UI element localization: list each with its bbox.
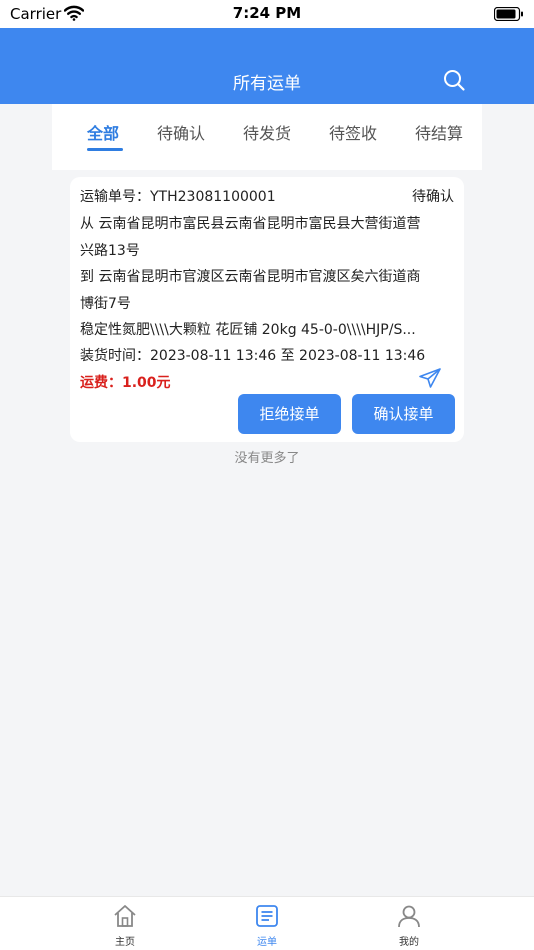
app-header: 所有运单 (0, 28, 534, 104)
status-tabs: 全部 待确认 待发货 待签收 待结算 (52, 104, 482, 170)
tabbar-label-orders: 运单 (257, 937, 277, 948)
tabbar-item-home[interactable]: 主页 (95, 897, 155, 950)
document-list-icon (256, 905, 278, 927)
order-number: 运输单号：YTH23081100001 (80, 189, 276, 205)
battery-icon (494, 7, 523, 21)
send-icon[interactable] (418, 367, 442, 389)
tab-pending-settlement[interactable]: 待结算 (415, 120, 463, 144)
goods-description: 稳定性氮肥\\\\大颗粒 花匠铺 20kg 45-0-0\\\\HJP/S... (80, 322, 416, 338)
freight-fee: 运费：1.00元 (80, 375, 171, 391)
user-icon (398, 905, 420, 928)
order-card[interactable]: 运输单号：YTH23081100001 待确认 从 云南省昆明市富民县云南省昆明… (70, 177, 464, 442)
tab-pending-receipt[interactable]: 待签收 (329, 120, 377, 144)
destination-address-line1: 到 云南省昆明市官渡区云南省昆明市官渡区矣六街道商 (80, 269, 421, 285)
origin-address-line1: 从 云南省昆明市富民县云南省昆明市富民县大营街道营 (80, 216, 421, 232)
status-badge: 待确认 (412, 189, 454, 205)
destination-address-line2: 博街7号 (80, 296, 131, 312)
tabbar-label-me: 我的 (399, 937, 419, 948)
end-of-list-note: 没有更多了 (234, 451, 300, 466)
tabbar-item-orders[interactable]: 运单 (237, 897, 297, 950)
tab-all[interactable]: 全部 (87, 120, 119, 144)
clock: 7:24 PM (232, 4, 302, 22)
tabbar-label-home: 主页 (115, 937, 135, 948)
tab-pending-shipment[interactable]: 待发货 (243, 120, 291, 144)
confirm-order-button[interactable]: 确认接单 (352, 394, 455, 434)
bottom-tab-bar: 主页 运单 我的 (0, 896, 534, 950)
status-bar: Carrier 7:24 PM (0, 0, 534, 28)
home-icon (114, 905, 136, 927)
search-icon[interactable] (442, 68, 466, 92)
tabbar-item-me[interactable]: 我的 (379, 897, 439, 950)
active-tab-indicator (87, 148, 123, 151)
reject-order-button[interactable]: 拒绝接单 (238, 394, 341, 434)
loading-time: 装货时间：2023-08-11 13:46 至 2023-08-11 13:46 (80, 348, 426, 364)
origin-address-line2: 兴路13号 (80, 243, 140, 259)
tab-pending-confirm[interactable]: 待确认 (157, 120, 205, 144)
